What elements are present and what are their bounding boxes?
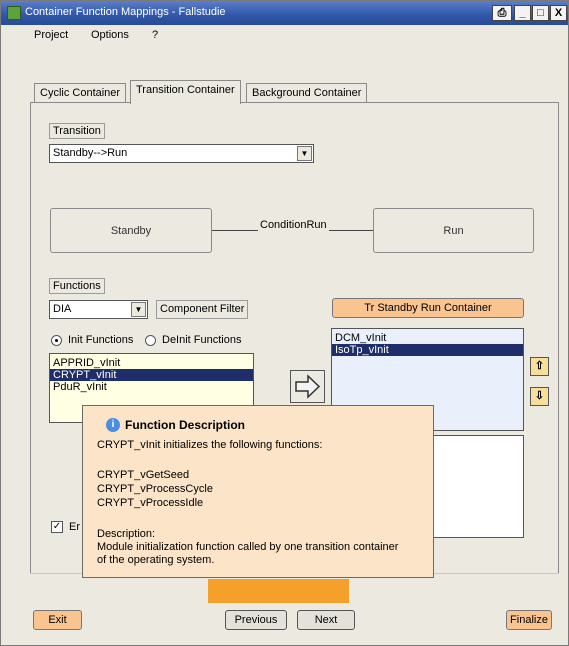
tooltip-function: CRYPT_vProcessIdle bbox=[97, 497, 204, 509]
list-item-selected[interactable]: CRYPT_vInit bbox=[50, 369, 253, 381]
finalize-button[interactable]: Finalize bbox=[506, 610, 552, 630]
tab-transition-container[interactable]: Transition Container bbox=[130, 80, 241, 104]
previous-button[interactable]: Previous bbox=[225, 610, 287, 630]
component-filter-label: Component Filter bbox=[156, 300, 249, 319]
init-functions-radio[interactable] bbox=[51, 335, 62, 346]
state-run[interactable]: Run bbox=[373, 208, 534, 253]
enable-checkbox-label: Er bbox=[69, 521, 80, 533]
window-title: Container Function Mappings - Fallstudie bbox=[25, 6, 226, 18]
chevron-down-icon[interactable]: ▼ bbox=[131, 302, 146, 317]
condition-label: ConditionRun bbox=[258, 219, 329, 231]
main-window: Container Function Mappings - Fallstudie… bbox=[0, 0, 569, 646]
menu-options[interactable]: Options bbox=[91, 29, 129, 41]
list-item-selected[interactable]: IsoTp_vInit bbox=[332, 344, 523, 356]
app-icon bbox=[7, 6, 21, 20]
deinit-functions-label: DeInit Functions bbox=[162, 334, 242, 346]
menu-help[interactable]: ? bbox=[152, 29, 158, 41]
enable-checkbox[interactable]: ✓ bbox=[51, 521, 63, 533]
tooltip-function: CRYPT_vProcessCycle bbox=[97, 483, 213, 495]
container-button[interactable]: Tr Standby Run Container bbox=[332, 298, 524, 318]
add-function-button[interactable] bbox=[290, 370, 325, 403]
info-icon: i bbox=[106, 418, 120, 432]
arrow-right-icon bbox=[295, 374, 321, 399]
tooltip-function: CRYPT_vGetSeed bbox=[97, 469, 190, 481]
minimize-button[interactable]: _ bbox=[514, 5, 531, 21]
tooltip-title: Function Description bbox=[125, 418, 245, 432]
tooltip-intro: CRYPT_vInit initializes the following fu… bbox=[97, 439, 323, 451]
close-button[interactable]: X bbox=[550, 5, 567, 21]
title-bar[interactable]: Container Function Mappings - Fallstudie… bbox=[1, 1, 568, 25]
function-description-tooltip: i Function Description CRYPT_vInit initi… bbox=[82, 405, 434, 578]
list-item[interactable]: DCM_vInit bbox=[332, 332, 523, 344]
tab-cyclic-container[interactable]: Cyclic Container bbox=[34, 83, 127, 103]
menu-project[interactable]: Project bbox=[34, 29, 68, 41]
functions-label: Functions bbox=[49, 278, 105, 294]
transition-label: Transition bbox=[49, 123, 105, 139]
move-down-icon[interactable]: ⇩ bbox=[530, 387, 549, 406]
maximize-button[interactable]: □ bbox=[532, 5, 549, 21]
init-functions-label: Init Functions bbox=[68, 334, 134, 346]
menu-bar: Project Options ? bbox=[1, 25, 568, 47]
list-item[interactable]: APPRID_vInit bbox=[50, 357, 253, 369]
next-button[interactable]: Next bbox=[297, 610, 355, 630]
state-standby[interactable]: Standby bbox=[50, 208, 212, 253]
print-icon[interactable]: ⎙ bbox=[492, 5, 512, 21]
tab-background-container[interactable]: Background Container bbox=[246, 83, 368, 103]
move-up-icon[interactable]: ⇧ bbox=[530, 357, 549, 376]
tooltip-description-line: Module initialization function called by… bbox=[97, 541, 399, 553]
transition-select[interactable]: Standby-->Run ▼ bbox=[49, 144, 314, 163]
chevron-down-icon[interactable]: ▼ bbox=[297, 146, 312, 161]
deinit-functions-radio[interactable] bbox=[145, 335, 156, 346]
list-item[interactable]: PduR_vInit bbox=[50, 381, 253, 393]
tooltip-description-line: of the operating system. bbox=[97, 554, 215, 566]
progress-bar bbox=[208, 579, 349, 603]
component-select[interactable]: DIA ▼ bbox=[49, 300, 148, 319]
tooltip-description-label: Description: bbox=[97, 528, 156, 540]
transition-select-value: Standby-->Run bbox=[53, 147, 128, 159]
exit-button[interactable]: Exit bbox=[33, 610, 82, 630]
component-select-value: DIA bbox=[53, 303, 72, 315]
